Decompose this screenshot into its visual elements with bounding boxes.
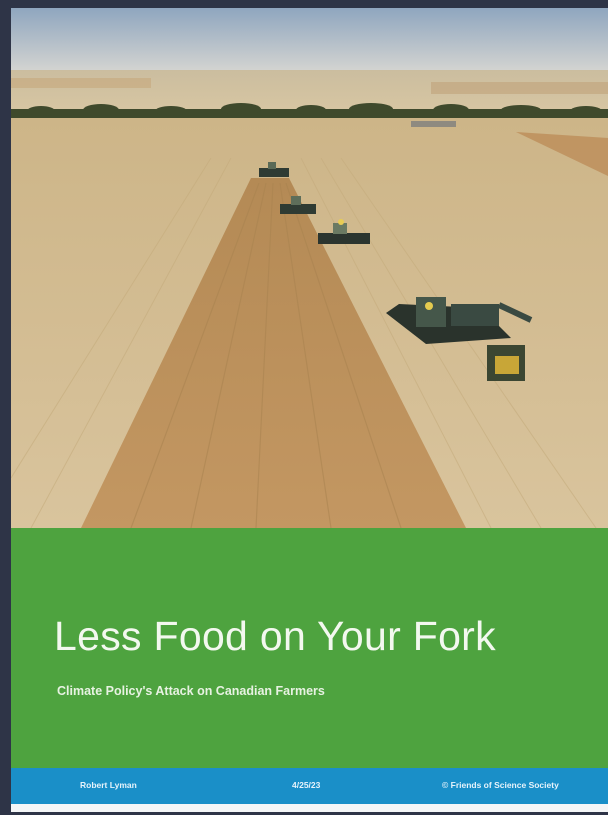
footer-bar: Robert Lyman 4/25/23 © Friends of Scienc… [11, 768, 608, 804]
report-title: Less Food on Your Fork [54, 613, 496, 659]
author-name: Robert Lyman [80, 780, 137, 790]
report-subtitle: Climate Policy's Attack on Canadian Farm… [57, 684, 325, 698]
report-cover-page: Less Food on Your Fork Climate Policy's … [11, 8, 608, 812]
title-panel: Less Food on Your Fork Climate Policy's … [11, 528, 608, 768]
organization-credit: © Friends of Science Society [442, 780, 559, 790]
publication-date: 4/25/23 [292, 780, 321, 790]
wheat-field-harvest-photo [11, 8, 608, 528]
page-bottom-margin [11, 804, 608, 812]
